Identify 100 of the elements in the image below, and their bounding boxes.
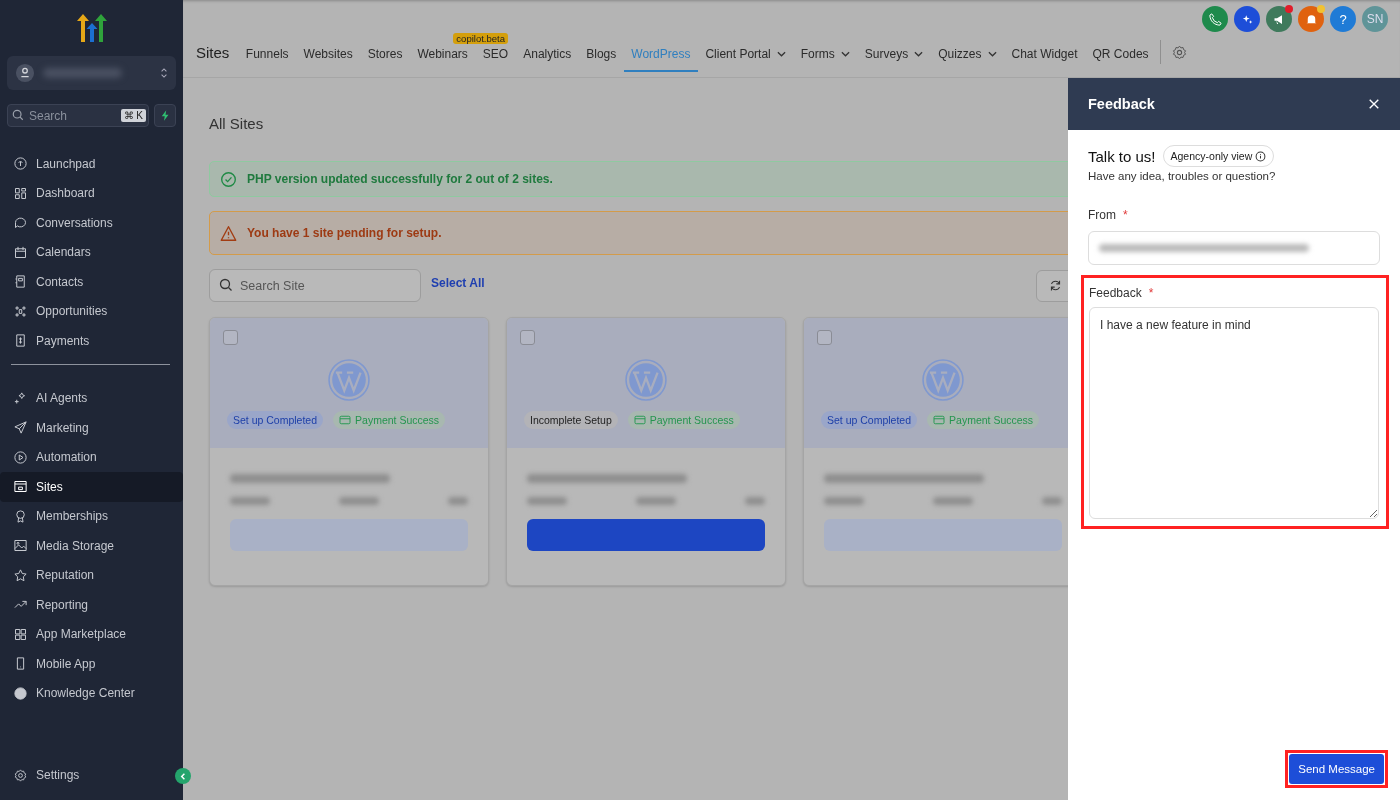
panel-title: Feedback — [1088, 96, 1155, 112]
page-title: All Sites — [209, 115, 265, 132]
sidebar-item[interactable]: Opportunities — [0, 296, 183, 326]
sidebar-item[interactable]: Dashboard — [0, 178, 183, 208]
checkbox[interactable] — [223, 330, 238, 345]
nav-tab[interactable]: QR Codes — [1085, 45, 1157, 72]
sidebar-item[interactable]: Marketing — [0, 413, 183, 443]
sidebar-item[interactable]: Media Storage — [0, 531, 183, 561]
help-button[interactable]: ? — [1330, 6, 1356, 32]
lightning-icon — [160, 110, 170, 121]
announcement-button[interactable] — [1266, 6, 1292, 32]
alert-text: PHP version updated successfully for 2 out of 2 sites. — [247, 172, 553, 186]
required-mark: * — [1148, 286, 1154, 300]
card-icon — [633, 415, 646, 425]
nav-icon — [13, 185, 28, 201]
settings-icon[interactable] — [1171, 43, 1189, 61]
site-search-field[interactable]: Search Site — [209, 269, 421, 302]
refresh-icon — [1049, 279, 1062, 292]
nav-tab[interactable]: Surveys — [857, 45, 931, 72]
sidebar-item[interactable]: Contacts — [0, 267, 183, 297]
feedback-heading: Talk to us! — [1088, 147, 1156, 165]
alert-text: You have 1 site pending for setup. — [247, 226, 442, 240]
nav-icon — [13, 508, 28, 524]
section-title: Sites — [196, 43, 230, 61]
sidebar-item[interactable]: Launchpad — [0, 149, 183, 179]
wordpress-icon — [625, 359, 667, 401]
warning-icon — [220, 224, 237, 242]
nav-tab[interactable]: Stores — [360, 45, 410, 72]
blurred-detail — [339, 497, 379, 505]
sidebar-item[interactable]: Payments — [0, 326, 183, 356]
sidebar-item[interactable]: AI Agents — [0, 383, 183, 413]
nav-icon — [13, 626, 28, 642]
feedback-field[interactable]: I have a new feature in mind — [1089, 307, 1379, 519]
settings-item[interactable]: Settings — [0, 760, 88, 790]
nav-icon — [13, 449, 28, 465]
nav-icon — [13, 244, 28, 260]
field-label: From — [1088, 208, 1116, 222]
nav-tab[interactable]: Chat Widget — [1004, 45, 1086, 72]
payment-status-badge: Payment Success — [627, 411, 740, 429]
nav-tab[interactable]: Websites — [296, 45, 361, 72]
sidebar-item[interactable]: Mobile App — [0, 649, 183, 679]
nav-tab[interactable]: Client Portal — [697, 45, 794, 72]
sidebar-item[interactable]: Calendars — [0, 237, 183, 267]
blurred-detail — [527, 497, 567, 505]
blurred-detail — [448, 497, 468, 505]
sidebar-item[interactable]: Reporting — [0, 590, 183, 620]
wordpress-icon — [328, 359, 370, 401]
nav-icon — [13, 420, 28, 436]
close-icon[interactable] — [1368, 98, 1380, 110]
nav-icon — [13, 479, 28, 495]
logo-icon — [74, 12, 109, 44]
sidebar-item[interactable]: Conversations — [0, 208, 183, 238]
notification-button[interactable] — [1298, 6, 1324, 32]
search-icon — [12, 109, 24, 121]
sidebar-item[interactable]: App Marketplace — [0, 619, 183, 649]
nav-icon — [13, 274, 28, 290]
select-all-link[interactable]: Select All — [431, 275, 485, 290]
nav-icon — [13, 685, 28, 701]
nav-tab[interactable]: SEO — [475, 45, 516, 72]
sidebar-item[interactable]: Automation — [0, 442, 183, 472]
nav-tab[interactable]: Forms — [793, 45, 858, 72]
collapse-button[interactable] — [175, 768, 191, 784]
blurred-detail — [636, 497, 676, 505]
payment-status-badge: Payment Success — [333, 411, 446, 429]
chevron-left-icon — [178, 771, 188, 781]
setup-status-badge: Set up Completed — [227, 411, 324, 429]
card-icon — [339, 415, 352, 425]
from-field[interactable] — [1088, 231, 1380, 265]
nav-icon — [13, 390, 28, 406]
check-circle-icon — [220, 170, 237, 188]
wordpress-icon — [922, 359, 964, 401]
settings-icon — [13, 767, 28, 783]
blurred-detail — [1042, 497, 1062, 505]
blurred-detail — [933, 497, 973, 505]
nav-tab[interactable]: Blogs — [578, 45, 624, 72]
field-label: Feedback — [1089, 286, 1142, 300]
quick-action-button[interactable] — [154, 104, 176, 127]
checkbox[interactable] — [817, 330, 832, 345]
nav-tab[interactable]: Webinars — [409, 45, 476, 72]
phone-button[interactable] — [1202, 6, 1228, 32]
search-icon — [219, 278, 233, 292]
beta-badge: copilot.beta — [453, 33, 508, 44]
payment-status-badge: Payment Success — [927, 411, 1040, 429]
feedback-subtitle: Have any idea, troubles or question? — [1088, 170, 1277, 182]
sidebar-item[interactable]: Memberships — [0, 501, 183, 531]
account-switcher[interactable] — [7, 56, 176, 90]
nav-tab[interactable]: Funnels — [238, 45, 297, 72]
sidebar-item[interactable]: Knowledge Center — [0, 678, 183, 708]
phone-icon — [1207, 11, 1223, 27]
nav-icon — [13, 156, 28, 172]
sidebar-item[interactable]: Reputation — [0, 560, 183, 590]
setup-status-badge: Incomplete Setup — [524, 411, 618, 429]
nav-tab[interactable]: Analytics — [515, 45, 579, 72]
send-button[interactable]: Send Message — [1289, 754, 1384, 784]
blurred-detail — [824, 497, 864, 505]
nav-icon — [13, 333, 28, 349]
ai-button[interactable] — [1234, 6, 1260, 32]
sidebar-item[interactable]: Sites — [0, 472, 183, 502]
nav-tab[interactable]: Quizzes — [930, 45, 1004, 72]
checkbox[interactable] — [520, 330, 535, 345]
